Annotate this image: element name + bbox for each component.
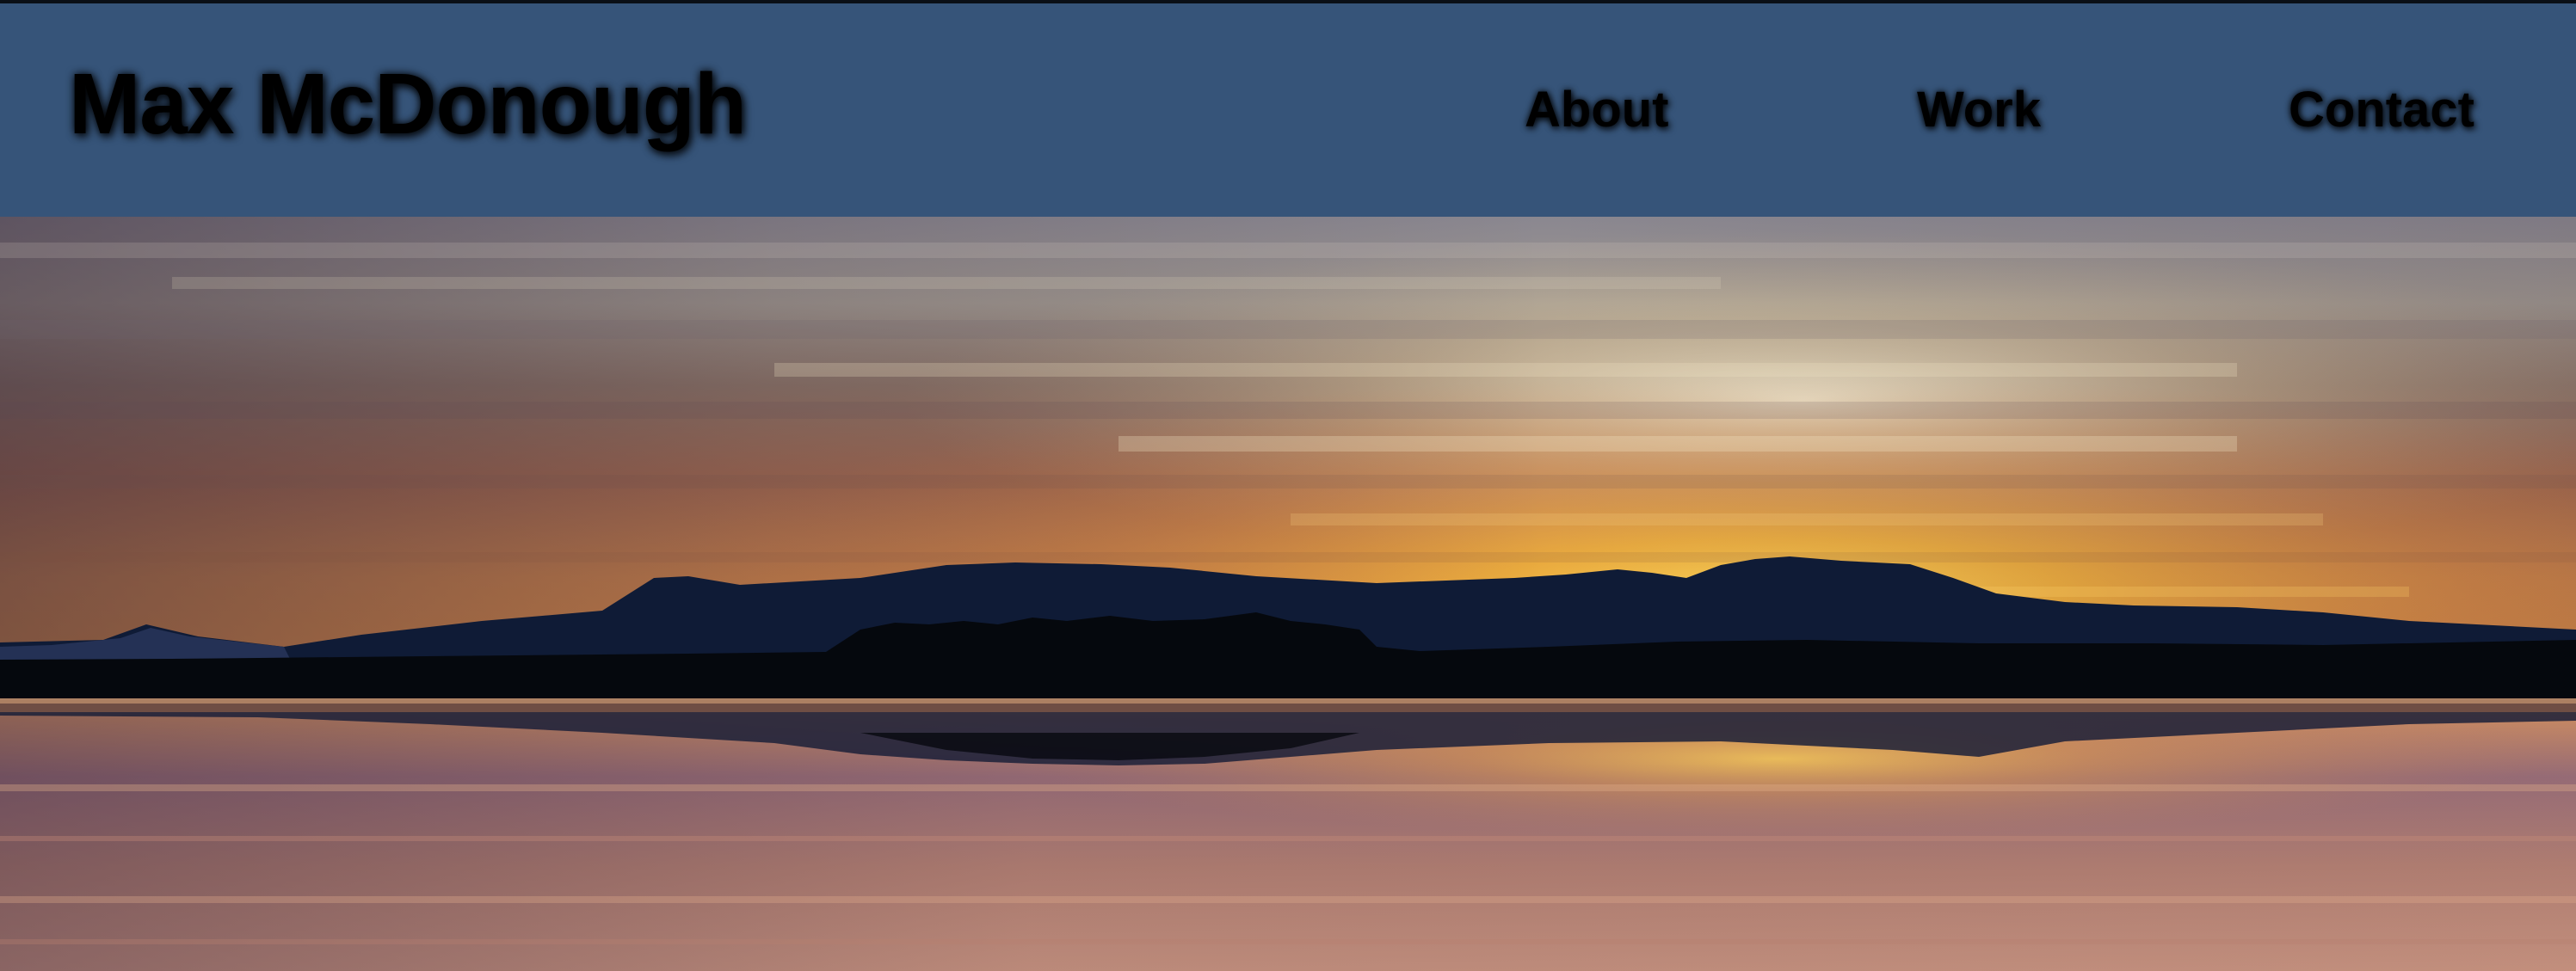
navbar: Max McDonough About Work Contact: [0, 3, 2576, 217]
nav-about-link[interactable]: About: [1525, 81, 1669, 138]
nav-contact-link[interactable]: Contact: [2289, 81, 2474, 138]
nav-work-link[interactable]: Work: [1917, 81, 2041, 138]
sunset-landscape-illustration: [0, 217, 2576, 971]
site-title[interactable]: Max McDonough: [69, 55, 747, 154]
hero-image: [0, 217, 2576, 971]
page: Max McDonough About Work Contact: [0, 0, 2576, 971]
